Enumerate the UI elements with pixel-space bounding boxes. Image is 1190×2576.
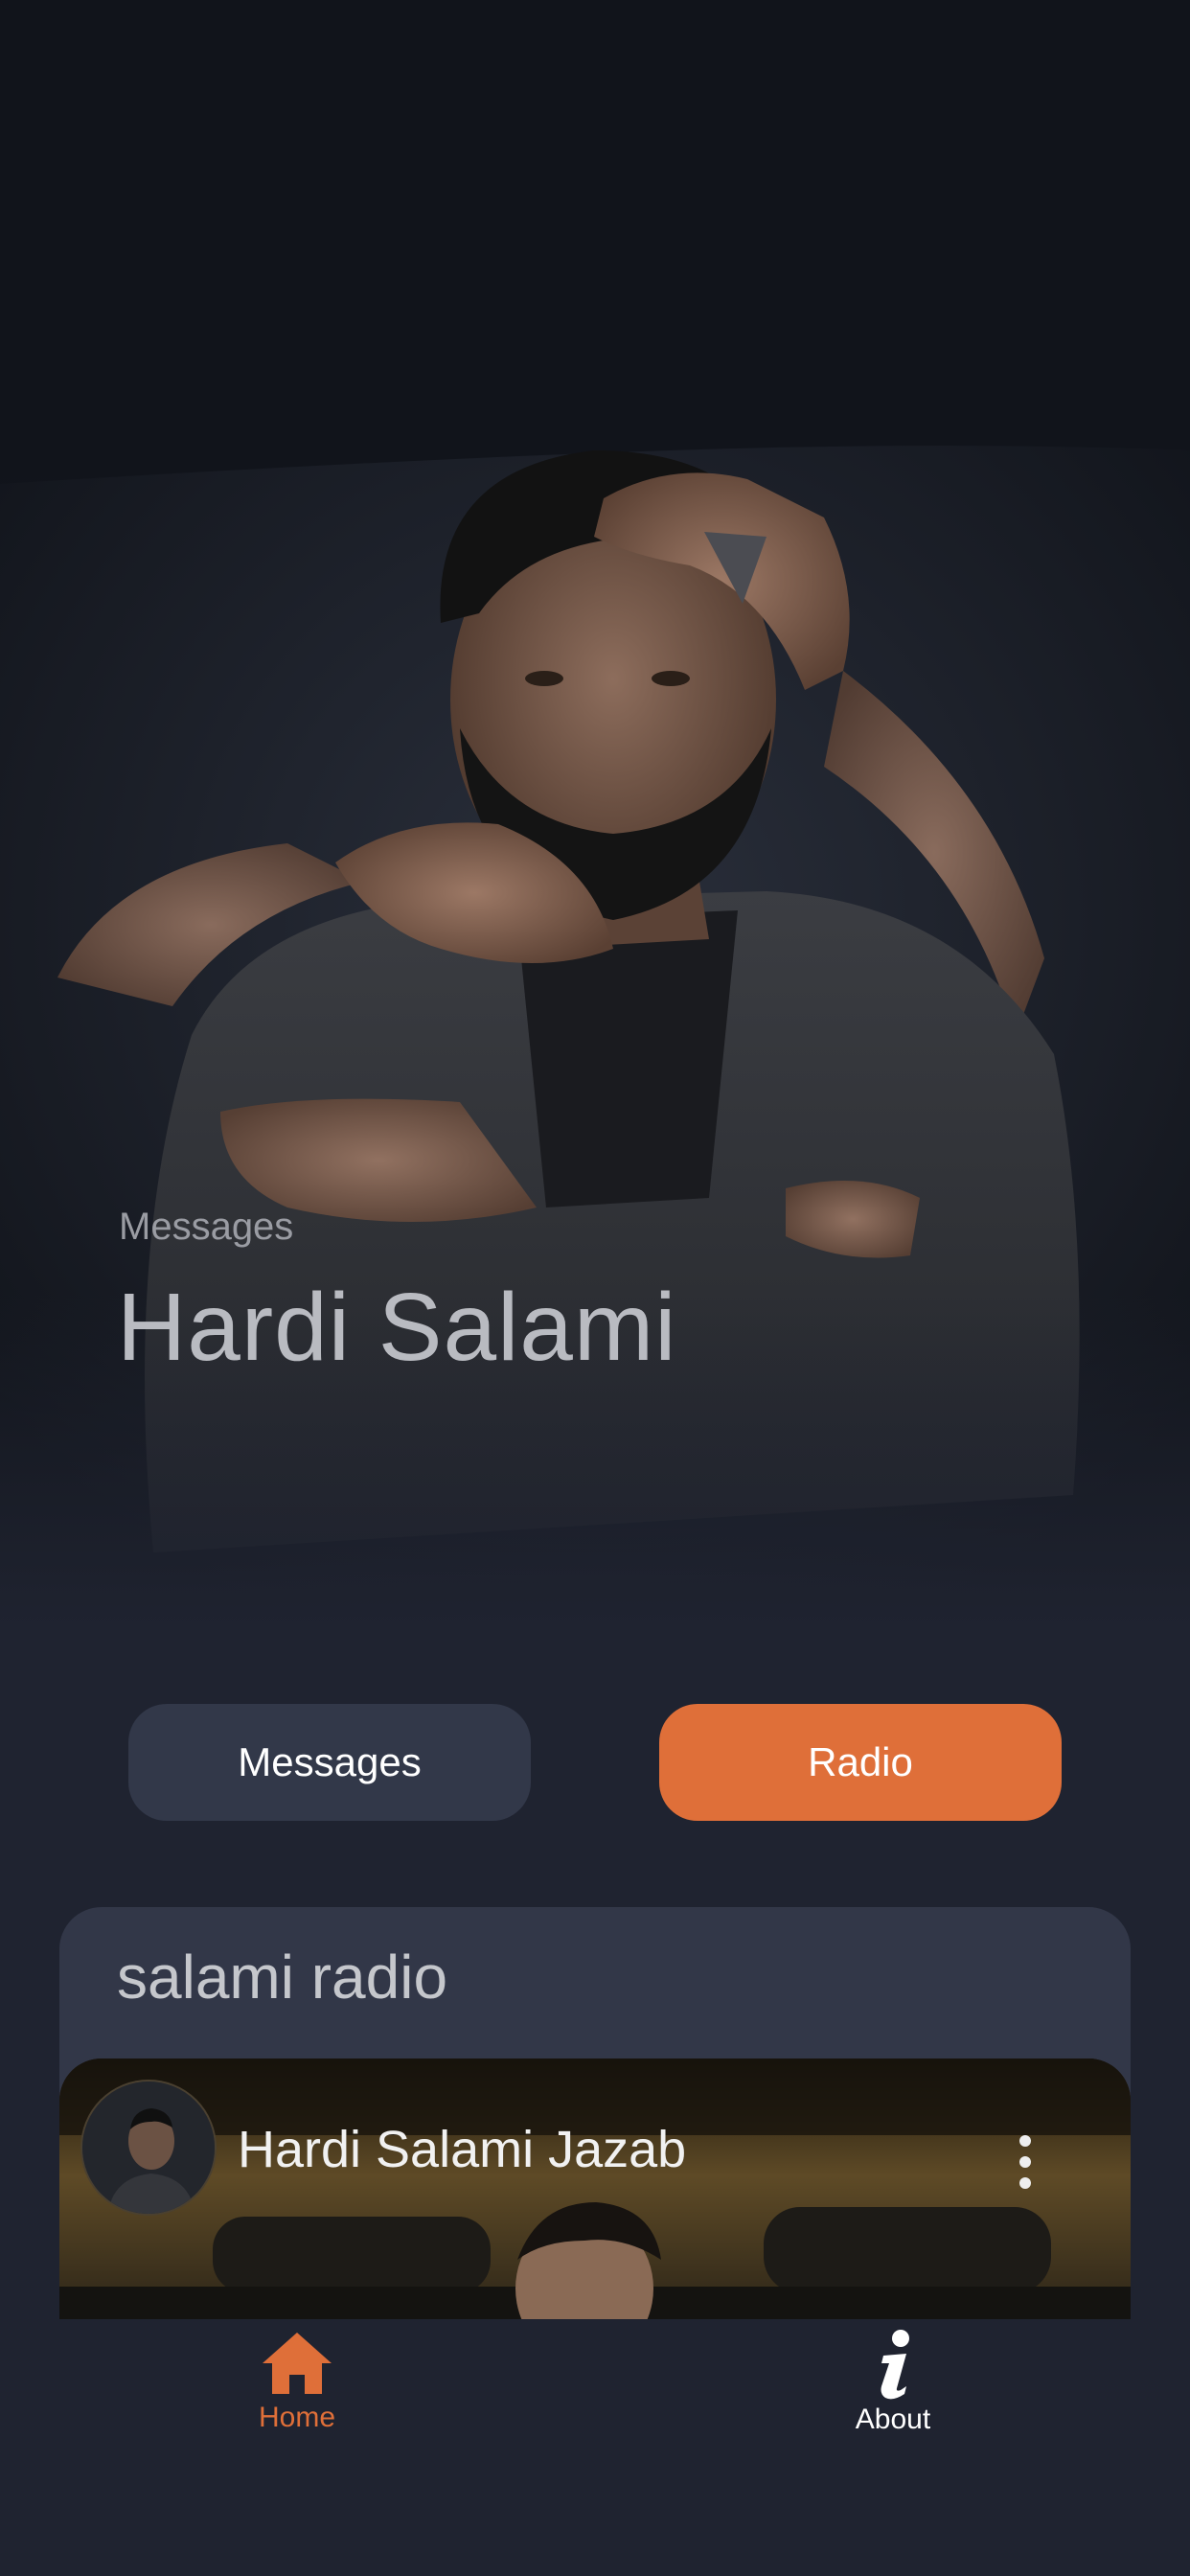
video-title: Hardi Salami Jazab [238,2121,687,2178]
hero-subtitle: Messages [119,1206,294,1248]
channel-avatar [80,2080,217,2216]
app-screen: Messages Hardi Salami Messages Radio sal… [0,0,1190,2576]
video-thumbnail [59,2058,1131,2319]
bottom-navigation: Home About [0,2319,1190,2576]
radio-button[interactable]: Radio [659,1704,1062,1821]
kebab-dot [1019,2156,1031,2168]
nav-about[interactable]: About [797,2329,989,2463]
nav-home[interactable]: Home [201,2329,393,2463]
hero-banner: Messages Hardi Salami [0,0,1190,1629]
messages-button[interactable]: Messages [128,1704,531,1821]
nav-home-label: Home [258,2402,336,2433]
artist-photo [0,446,1190,1629]
kebab-dot [1019,2177,1031,2189]
radio-heading: salami radio [117,1943,448,2012]
info-icon [881,2330,909,2400]
nav-about-label: About [855,2404,931,2435]
more-vertical-icon[interactable] [1016,2135,1035,2189]
artist-name: Hardi Salami [117,1274,677,1381]
video-item[interactable]: Hardi Salami Jazab [59,2058,1131,2319]
home-icon [263,2333,332,2394]
radio-card: salami radio Hardi Salami Jazab [59,1907,1131,2319]
kebab-dot [1019,2135,1031,2147]
